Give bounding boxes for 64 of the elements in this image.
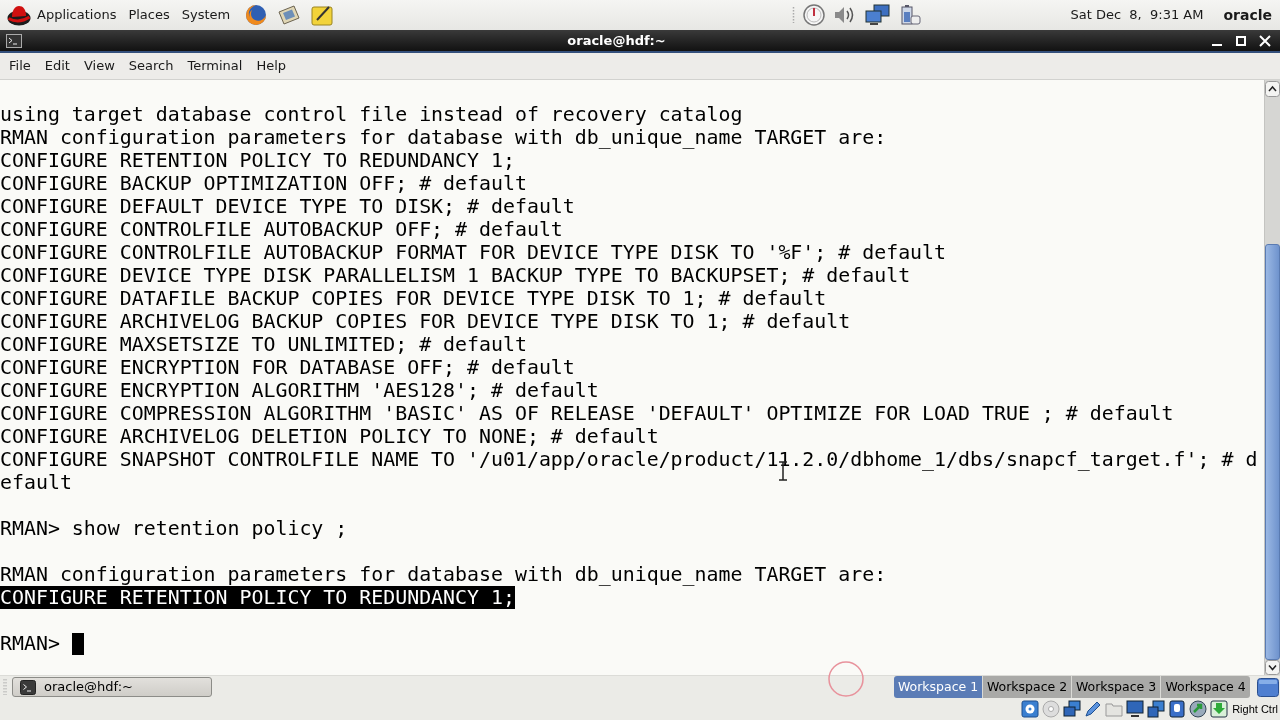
prompt-text: RMAN>	[0, 632, 60, 655]
terminal-line: CONFIGURE ENCRYPTION ALGORITHM 'AES128'; # default	[0, 379, 599, 402]
terminal-line: RMAN configuration parameters for database with db_unique_name TARGET are:	[0, 126, 887, 149]
terminal-line: efault	[0, 471, 72, 494]
scroll-down-icon[interactable]	[1265, 660, 1280, 675]
terminal-line: CONFIGURE DEFAULT DEVICE TYPE TO DISK; # default	[0, 195, 575, 218]
terminal-line: CONFIGURE CONTROLFILE AUTOBACKUP OFF; # default	[0, 218, 563, 241]
network-icon[interactable]	[1063, 700, 1082, 718]
drag-handle-icon[interactable]	[792, 6, 796, 24]
desktop-icon[interactable]	[1257, 677, 1279, 697]
panel-menu[interactable]: System	[175, 3, 237, 27]
workspace-tab[interactable]: Workspace 2	[983, 676, 1072, 698]
chip-icon[interactable]	[1168, 700, 1187, 718]
pen-icon[interactable]	[1084, 700, 1103, 718]
panel-menu[interactable]: Places	[122, 3, 176, 27]
picture-icon[interactable]	[277, 4, 302, 26]
scrollbar-thumb[interactable]	[1265, 244, 1280, 660]
terminal-line: CONFIGURE RETENTION POLICY TO REDUNDANCY 1;	[0, 149, 515, 172]
menu-item[interactable]: Help	[249, 55, 294, 77]
display-icon[interactable]	[1126, 700, 1145, 718]
close-icon[interactable]	[1259, 34, 1271, 47]
maximize-icon[interactable]	[1236, 35, 1246, 46]
taskbar-button[interactable]: oracle@hdf:~	[12, 677, 212, 697]
terminal-line: CONFIGURE ENCRYPTION FOR DATABASE OFF; # default	[0, 356, 575, 379]
terminal-line: RMAN> show retention policy ;	[0, 517, 348, 540]
terminal-line: CONFIGURE ARCHIVELOG DELETION POLICY TO NONE; # default	[0, 425, 659, 448]
gauge-icon[interactable]	[803, 4, 826, 26]
notepad-icon[interactable]	[311, 4, 334, 26]
ring-icon	[828, 661, 864, 697]
workspace-tab[interactable]: Workspace 4	[1161, 676, 1250, 698]
network-icon[interactable]	[865, 4, 892, 26]
host-key-label: Right Ctrl	[1232, 701, 1278, 717]
terminal-line: CONFIGURE DEVICE TYPE DISK PARALLELISM 1 BACKUP TYPE TO BACKUPSET; # default	[0, 264, 911, 287]
terminal-line: CONFIGURE COMPRESSION ALGORITHM 'BASIC' AS OF RELEASE 'DEFAULT' OPTIMIZE FOR LOAD TRUE ; # default	[0, 402, 1174, 425]
scrollbar[interactable]	[1264, 80, 1280, 675]
menu-item[interactable]: View	[76, 55, 122, 77]
terminal-line: CONFIGURE SNAPSHOT CONTROLFILE NAME TO '/u01/app/oracle/product/11.2.0/dbhome_1/dbs/snapcf_target.f'; # d	[0, 448, 1258, 471]
hat-icon[interactable]	[7, 4, 31, 26]
panel-menu[interactable]: Applications	[31, 3, 123, 27]
terminal-area[interactable]	[0, 80, 1264, 675]
globe-icon[interactable]	[245, 4, 268, 26]
workspace-tab[interactable]: Workspace 1	[894, 676, 983, 698]
terminal-line: CONFIGURE CONTROLFILE AUTOBACKUP FORMAT FOR DEVICE TYPE DISK TO '%F'; # default	[0, 241, 947, 264]
menu-item[interactable]: Terminal	[180, 55, 250, 77]
terminal-line: CONFIGURE BACKUP OPTIMIZATION OFF; # default	[0, 172, 527, 195]
menu-item[interactable]: Search	[121, 55, 181, 77]
clock[interactable]: Sat Dec 8, 9:31 AM	[1070, 5, 1204, 25]
terminal-icon[interactable]	[6, 33, 22, 48]
window-title: oracle@hdf:~	[567, 31, 666, 50]
terminal-line: RMAN configuration parameters for database with db_unique_name TARGET are:	[0, 563, 887, 586]
scroll-up-icon[interactable]	[1265, 81, 1280, 97]
terminal-line: CONFIGURE MAXSETSIZE TO UNLIMITED; # default	[0, 333, 527, 356]
menu-item[interactable]: File	[2, 55, 38, 77]
workspace-tab[interactable]: Workspace 3	[1072, 676, 1161, 698]
windows-icon[interactable]	[1147, 700, 1166, 718]
battery-plug-icon[interactable]	[899, 4, 922, 26]
user-name[interactable]: oracle	[1223, 4, 1272, 26]
block-cursor-icon	[71, 633, 84, 655]
drag-handle-icon[interactable]	[3, 678, 7, 696]
terminal-icon	[20, 679, 36, 695]
terminal-line: CONFIGURE DATAFILE BACKUP COPIES FOR DEVICE TYPE DISK TO 1; # default	[0, 287, 827, 310]
terminal-line: using target database control file instead of recovery catalog	[0, 103, 743, 126]
terminal-line: CONFIGURE ARCHIVELOG BACKUP COPIES FOR DEVICE TYPE DISK TO 1; # default	[0, 310, 851, 333]
menu-item[interactable]: Edit	[37, 55, 77, 77]
